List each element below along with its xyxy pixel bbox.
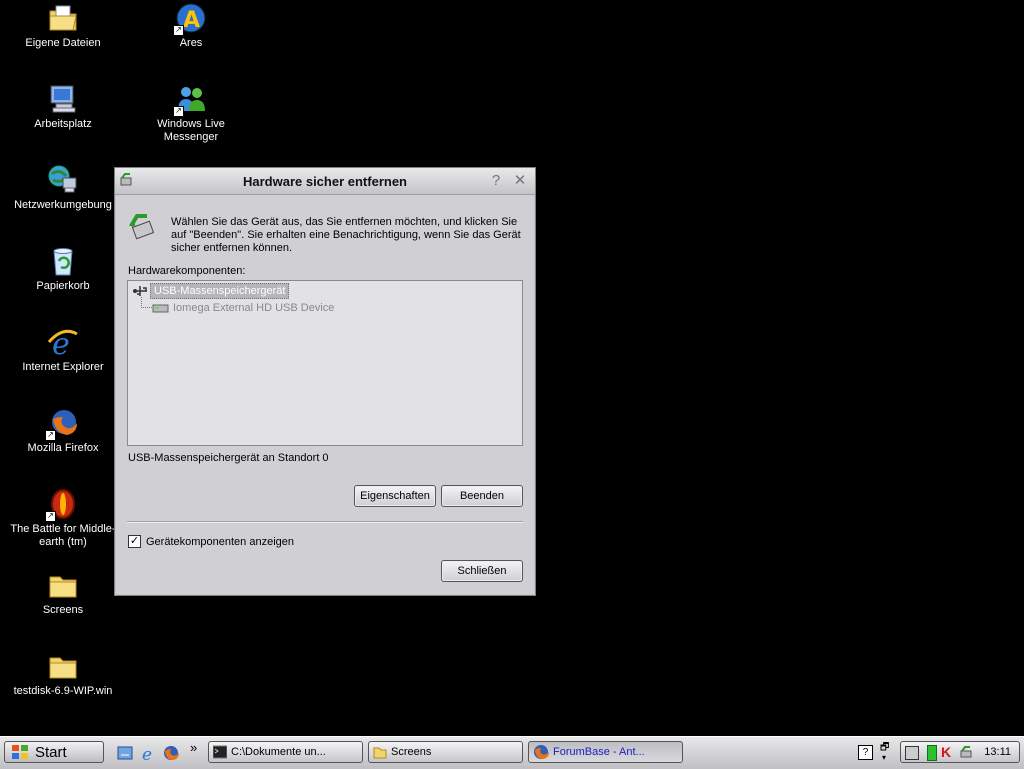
desktop-icon-label: testdisk-6.9-WIP.win bbox=[13, 685, 113, 697]
desktop-icon-label: Windows Live Messenger bbox=[157, 118, 225, 143]
checkbox-box[interactable]: ✓ bbox=[128, 535, 141, 548]
task-button-firefox[interactable]: ForumBase - Ant... bbox=[528, 741, 683, 763]
close-button[interactable]: Schließen bbox=[441, 560, 523, 582]
taskbar: Start e » C:\Dokumente un... Screens For… bbox=[0, 736, 1024, 769]
desktop-icon-papierkorb[interactable]: Papierkorb bbox=[8, 245, 118, 293]
ie-icon: e bbox=[47, 326, 79, 362]
show-desktop-icon[interactable] bbox=[116, 744, 134, 762]
shortcut-arrow-icon: ↗ bbox=[45, 511, 56, 522]
dialog-titlebar[interactable]: Hardware sicher entfernen ? ✕ bbox=[115, 168, 535, 195]
desktop-icon-label: The Battle for Middle-earth (tm) bbox=[10, 523, 116, 548]
shortcut-arrow-icon: ↗ bbox=[173, 106, 184, 117]
hard-drive-icon bbox=[152, 300, 170, 316]
hardware-components-tree[interactable]: USB-Massenspeichergerät Iomega External … bbox=[127, 280, 523, 446]
safely-remove-hardware-dialog: Hardware sicher entfernen ? ✕ Wählen Sie… bbox=[114, 167, 536, 596]
folder-documents-icon bbox=[47, 2, 79, 34]
task-label: ForumBase - Ant... bbox=[553, 746, 645, 758]
desktop-icon-battle-middle-earth[interactable]: ↗ The Battle for Middle-earth (tm) bbox=[8, 488, 118, 549]
clock: 13:11 bbox=[984, 746, 1011, 758]
network-icon bbox=[47, 164, 79, 196]
recycle-bin-icon bbox=[47, 245, 79, 277]
system-tray: K 13:11 bbox=[900, 741, 1020, 763]
start-label: Start bbox=[35, 743, 67, 761]
folder-icon bbox=[373, 745, 387, 759]
computer-icon bbox=[47, 83, 79, 115]
desktop-icon-label: Papierkorb bbox=[36, 280, 90, 292]
folder-icon bbox=[47, 569, 79, 601]
desktop-icon-internet-explorer[interactable]: e Internet Explorer bbox=[8, 326, 118, 374]
task-button-command-prompt[interactable]: C:\Dokumente un... bbox=[208, 741, 363, 763]
desktop-icon-label: Screens bbox=[42, 604, 84, 616]
network-tray-icon[interactable] bbox=[905, 746, 919, 760]
cmd-icon bbox=[212, 745, 228, 759]
svg-text:e: e bbox=[142, 745, 152, 762]
desktop-icon-arbeitsplatz[interactable]: Arbeitsplatz bbox=[8, 83, 118, 131]
messenger-icon: ↗ bbox=[173, 83, 207, 117]
stop-device-button[interactable]: Beenden bbox=[441, 485, 523, 507]
shortcut-arrow-icon: ↗ bbox=[45, 430, 56, 441]
battery-tray-icon[interactable] bbox=[927, 745, 937, 761]
ie-icon[interactable]: e bbox=[140, 744, 158, 765]
windows-logo-icon bbox=[11, 744, 29, 760]
dialog-separator bbox=[127, 521, 523, 523]
svg-text:A: A bbox=[183, 8, 200, 33]
help-button[interactable]: ? bbox=[487, 172, 505, 190]
task-button-screens[interactable]: Screens bbox=[368, 741, 523, 763]
task-label: C:\Dokumente un... bbox=[231, 746, 326, 758]
firefox-icon[interactable] bbox=[162, 744, 180, 762]
safely-remove-hardware-tray-icon[interactable] bbox=[959, 745, 973, 759]
desktop-icon-label: Eigene Dateien bbox=[25, 37, 101, 49]
folder-icon bbox=[47, 650, 79, 682]
desktop-icon-label: Netzwerkumgebung bbox=[14, 199, 112, 211]
desktop-icon-label: Arbeitsplatz bbox=[34, 118, 92, 130]
desktop-icon-windows-live-messenger[interactable]: ↗ Windows Live Messenger bbox=[136, 83, 246, 144]
firefox-icon bbox=[533, 744, 549, 760]
desktop-icon-eigene-dateien[interactable]: Eigene Dateien bbox=[8, 2, 118, 50]
start-button[interactable]: Start bbox=[4, 741, 104, 763]
checkbox-label: Gerätekomponenten anzeigen bbox=[146, 535, 294, 548]
tree-item-label: USB-Massenspeichergerät bbox=[150, 283, 290, 299]
antivirus-tray-icon[interactable]: K bbox=[941, 744, 951, 760]
dialog-title: Hardware sicher entfernen bbox=[242, 174, 407, 189]
game-icon: ↗ bbox=[45, 488, 79, 522]
tree-item-iomega-drive[interactable]: Iomega External HD USB Device bbox=[152, 300, 334, 316]
quick-launch-chevron[interactable]: » bbox=[190, 740, 197, 755]
task-label: Screens bbox=[391, 746, 432, 758]
hardware-remove-icon bbox=[127, 212, 157, 242]
tree-item-usb-mass-storage[interactable]: USB-Massenspeichergerät bbox=[132, 283, 290, 299]
help-tray-icon[interactable]: ? bbox=[858, 745, 873, 760]
tree-item-label: Iomega External HD USB Device bbox=[173, 302, 335, 314]
close-window-button[interactable]: ✕ bbox=[511, 172, 529, 190]
desktop-icon-testdisk[interactable]: testdisk-6.9-WIP.win bbox=[8, 650, 118, 698]
properties-button[interactable]: Eigenschaften bbox=[354, 485, 436, 507]
tree-connector bbox=[141, 297, 152, 308]
show-device-components-checkbox[interactable]: ✓ Gerätekomponenten anzeigen bbox=[128, 535, 294, 548]
chevron-down-icon[interactable]: ▾ bbox=[882, 753, 886, 762]
desktop-icon-mozilla-firefox[interactable]: ↗ Mozilla Firefox bbox=[8, 407, 118, 455]
dialog-instructions: Wählen Sie das Gerät aus, das Sie entfer… bbox=[171, 216, 521, 254]
desktop-icon-screens[interactable]: Screens bbox=[8, 569, 118, 617]
desktop-icon-label: Internet Explorer bbox=[22, 361, 104, 373]
desktop-icon-label: Mozilla Firefox bbox=[27, 442, 99, 454]
desktop-icon-label: Ares bbox=[179, 37, 203, 49]
shortcut-arrow-icon: ↗ bbox=[173, 25, 184, 36]
ares-icon: A ↗ bbox=[173, 2, 207, 36]
desktop-icon-netzwerkumgebung[interactable]: Netzwerkumgebung bbox=[8, 164, 118, 212]
firefox-icon: ↗ bbox=[45, 407, 79, 441]
device-location-text: USB-Massenspeichergerät an Standort 0 bbox=[128, 452, 329, 464]
desktop-icon-ares[interactable]: A ↗ Ares bbox=[136, 2, 246, 50]
hardware-components-label: Hardwarekomponenten: bbox=[128, 265, 246, 277]
